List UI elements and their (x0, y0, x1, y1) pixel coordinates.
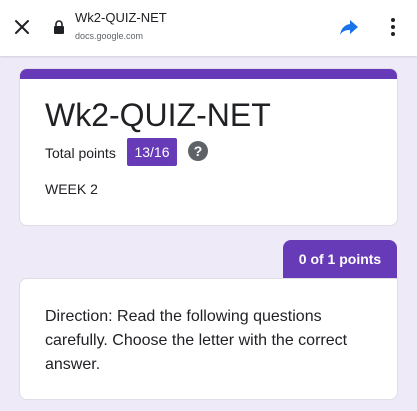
question-card: Direction: Read the following questions … (19, 278, 398, 400)
question-text: Direction: Read the following questions … (45, 308, 348, 373)
question-points-badge: 0 of 1 points (283, 240, 397, 278)
more-vert-icon[interactable] (381, 15, 405, 39)
header-accent-stripe (20, 69, 397, 79)
score-badge: 13/16 (127, 138, 177, 166)
form-title: Wk2-QUIZ-NET (45, 97, 271, 133)
share-icon[interactable] (337, 15, 361, 39)
total-points-label: Total points (45, 145, 116, 161)
form-description: WEEK 2 (45, 181, 98, 197)
help-icon[interactable]: ? (187, 140, 209, 162)
page-title: Wk2-QUIZ-NET (75, 10, 167, 25)
close-icon[interactable] (10, 15, 34, 39)
page-domain: docs.google.com (75, 31, 144, 41)
form-header-card: Wk2-QUIZ-NET Total points 13/16 ? WEEK 2 (19, 68, 398, 226)
browser-top-bar: Wk2-QUIZ-NET docs.google.com (0, 0, 417, 56)
svg-text:?: ? (194, 143, 203, 159)
lock-icon (53, 20, 65, 34)
